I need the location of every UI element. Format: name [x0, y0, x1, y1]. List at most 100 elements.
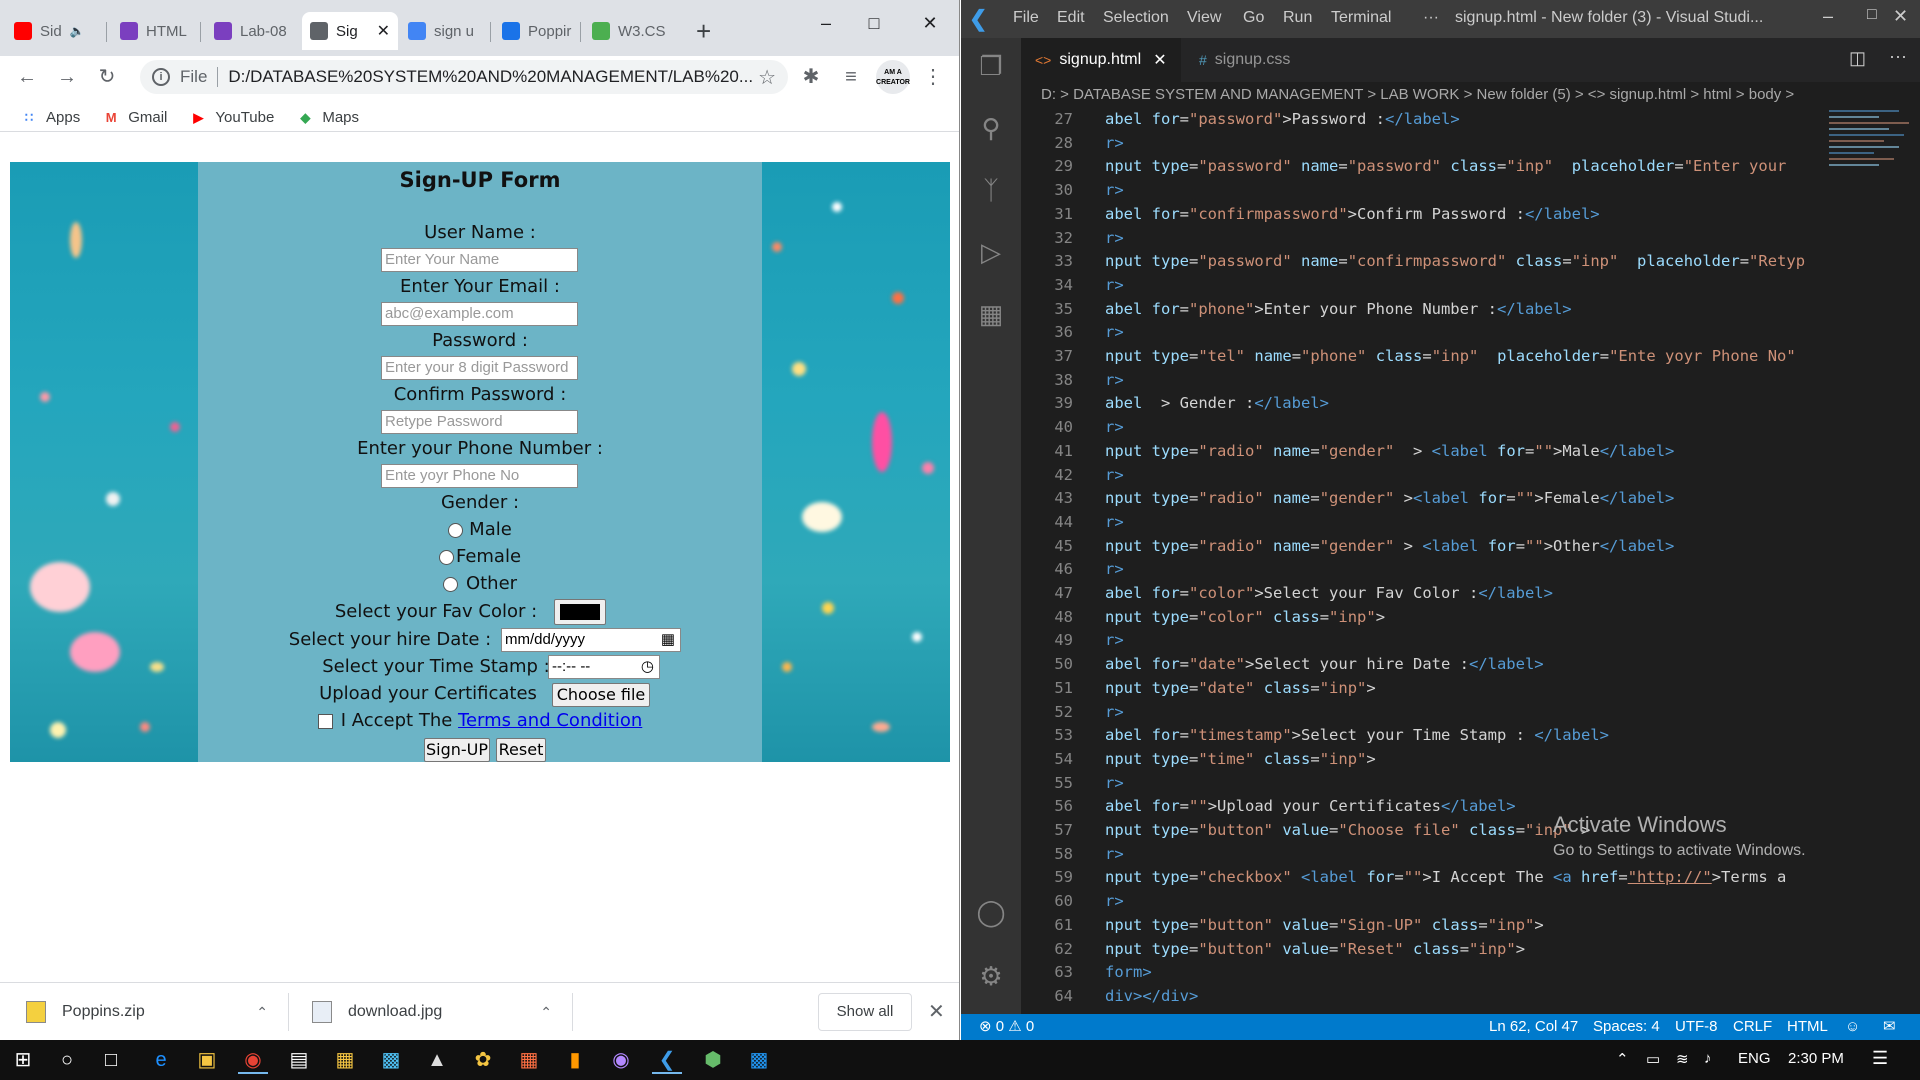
chrome-menu-icon[interactable]: ⋮ — [918, 62, 948, 92]
radio-female[interactable] — [438, 549, 454, 565]
close-window-button[interactable]: ✕ — [1893, 6, 1908, 27]
confirm-password-input[interactable]: Retype Password — [381, 410, 578, 434]
code-line[interactable]: abel for="confirmpassword">Confirm Passw… — [1105, 205, 1857, 223]
code-line[interactable]: r> — [1105, 513, 1857, 531]
app-icon[interactable]: ◉ — [606, 1046, 636, 1074]
more-actions-icon[interactable]: ··· — [1889, 46, 1907, 67]
code-line[interactable]: r> — [1105, 774, 1857, 792]
close-tab-icon[interactable]: ✕ — [371, 21, 390, 41]
search-icon[interactable]: ⚲ — [973, 110, 1009, 146]
chevron-up-icon[interactable]: ⌃ — [540, 1004, 552, 1021]
edge-icon[interactable]: e — [146, 1046, 176, 1074]
radio-other[interactable] — [442, 576, 458, 592]
code-line[interactable]: nput type="checkbox" <label for="">I Acc… — [1105, 868, 1857, 886]
code-line[interactable]: r> — [1105, 631, 1857, 649]
browser-tab[interactable]: Lab-08 — [206, 12, 292, 50]
battery-icon[interactable]: ▭ — [1646, 1050, 1660, 1068]
code-line[interactable]: abel for="timestamp">Select your Time St… — [1105, 726, 1857, 744]
gender-option-female[interactable]: Female — [198, 546, 762, 567]
action-center-icon[interactable]: ☰ — [1872, 1048, 1888, 1069]
menu-view[interactable]: View — [1187, 9, 1221, 27]
code-line[interactable]: abel for="phone">Enter your Phone Number… — [1105, 300, 1857, 318]
code-line[interactable]: r> — [1105, 418, 1857, 436]
speaker-icon[interactable]: 🔈 — [70, 24, 85, 38]
code-line[interactable]: r> — [1105, 892, 1857, 910]
volume-icon[interactable]: ♪ — [1704, 1050, 1712, 1067]
code-line[interactable]: nput type="tel" name="phone" class="inp"… — [1105, 347, 1857, 365]
email-input[interactable]: abc@example.com — [381, 302, 578, 326]
code-line[interactable]: r> — [1105, 466, 1857, 484]
start-icon[interactable]: ⊞ — [8, 1046, 38, 1074]
download-item-poppins[interactable]: Poppins.zip ⌃ — [26, 983, 268, 1040]
new-tab-button[interactable]: + — [696, 18, 711, 44]
file-explorer-icon[interactable]: ▣ — [192, 1046, 222, 1074]
clock[interactable]: 2:30 PM — [1788, 1050, 1844, 1067]
code-line[interactable]: nput type="time" class="inp"> — [1105, 750, 1857, 768]
minimize-button[interactable]: – — [1823, 6, 1833, 27]
code-line[interactable]: nput type="date" class="inp"> — [1105, 679, 1857, 697]
show-all-button[interactable]: Show all — [818, 993, 912, 1031]
reset-button[interactable]: Reset — [496, 738, 546, 762]
browser-tab[interactable]: Poppir — [494, 12, 576, 50]
indentation[interactable]: Spaces: 4 — [1593, 1014, 1660, 1040]
hire-date-input[interactable]: mm/dd/yyyy ▦ — [501, 628, 681, 652]
info-icon[interactable]: i — [152, 68, 170, 86]
code-line[interactable]: r> — [1105, 229, 1857, 247]
app-icon[interactable]: ▮ — [560, 1046, 590, 1074]
breadcrumb[interactable]: D: > DATABASE SYSTEM AND MANAGEMENT > LA… — [1041, 82, 1794, 108]
feedback-icon[interactable]: ☺ — [1845, 1014, 1860, 1040]
code-line[interactable]: abel for="date">Select your hire Date :<… — [1105, 655, 1857, 673]
close-icon[interactable]: ✕ — [928, 999, 945, 1024]
gender-option-other[interactable]: Other — [198, 573, 762, 594]
minimize-button[interactable]: – — [806, 8, 846, 38]
app-icon[interactable]: ▦ — [514, 1046, 544, 1074]
code-line[interactable]: nput type="button" value="Reset" class="… — [1105, 940, 1857, 958]
reading-list-icon[interactable]: ≡ — [836, 62, 866, 92]
app-icon[interactable]: ▩ — [744, 1046, 774, 1074]
profile-avatar[interactable]: AM A CREATOR — [876, 60, 910, 94]
tray-overflow-icon[interactable]: ⌃ — [1616, 1050, 1629, 1068]
code-line[interactable]: nput type="password" name="confirmpasswo… — [1105, 252, 1857, 270]
bookmark-gmail[interactable]: M Gmail — [102, 109, 168, 126]
color-picker[interactable] — [554, 599, 606, 625]
forward-icon[interactable]: → — [52, 62, 82, 92]
browser-tab[interactable]: sign u — [400, 12, 486, 50]
download-item-download-jpg[interactable]: download.jpg ⌃ — [312, 983, 552, 1040]
calendar-icon[interactable]: ▦ — [661, 629, 675, 651]
menu-selection[interactable]: Selection — [1103, 9, 1169, 27]
radio-male[interactable] — [448, 522, 464, 538]
app-icon[interactable]: ⬢ — [698, 1046, 728, 1074]
bookmark-star-icon[interactable]: ☆ — [758, 65, 776, 90]
menu-go[interactable]: Go — [1243, 9, 1264, 27]
maximize-button[interactable]: □ — [854, 8, 894, 38]
maximize-button[interactable]: □ — [1867, 6, 1877, 24]
extensions-icon[interactable]: ▦ — [973, 296, 1009, 332]
reload-icon[interactable]: ↻ — [92, 62, 122, 92]
code-line[interactable]: abel for="color">Select your Fav Color :… — [1105, 584, 1857, 602]
back-icon[interactable]: ← — [12, 62, 42, 92]
code-line[interactable]: r> — [1105, 371, 1857, 389]
source-control-icon[interactable]: ᛉ — [973, 172, 1009, 208]
language-mode[interactable]: HTML — [1787, 1014, 1828, 1040]
chevron-up-icon[interactable]: ⌃ — [256, 1004, 268, 1021]
code-line[interactable]: nput type="password" name="password" cla… — [1105, 157, 1857, 175]
search-icon[interactable]: ○ — [52, 1046, 82, 1074]
split-editor-icon[interactable]: ◫ — [1849, 48, 1866, 69]
menu-[interactable]: ··· — [1423, 9, 1439, 27]
close-tab-icon[interactable]: ✕ — [1153, 50, 1166, 70]
run-debug-icon[interactable]: ▷ — [973, 234, 1009, 270]
code-line[interactable]: nput type="radio" name="gender" > <label… — [1105, 442, 1857, 460]
encoding[interactable]: UTF-8 — [1675, 1014, 1718, 1040]
code-line[interactable]: div></div> — [1105, 987, 1857, 1005]
vscode-icon[interactable]: ❮ — [652, 1046, 682, 1074]
code-line[interactable]: r> — [1105, 323, 1857, 341]
menu-edit[interactable]: Edit — [1057, 9, 1085, 27]
settings-gear-icon[interactable]: ⚙ — [973, 958, 1009, 994]
menu-run[interactable]: Run — [1283, 9, 1312, 27]
language-indicator[interactable]: ENG — [1738, 1050, 1771, 1067]
code-line[interactable]: r> — [1105, 560, 1857, 578]
app-icon[interactable]: ▲ — [422, 1046, 452, 1074]
app-icon[interactable]: ✿ — [468, 1046, 498, 1074]
browser-tab[interactable]: W3.CS — [584, 12, 668, 50]
notifications-icon[interactable]: ✉ — [1883, 1014, 1896, 1040]
